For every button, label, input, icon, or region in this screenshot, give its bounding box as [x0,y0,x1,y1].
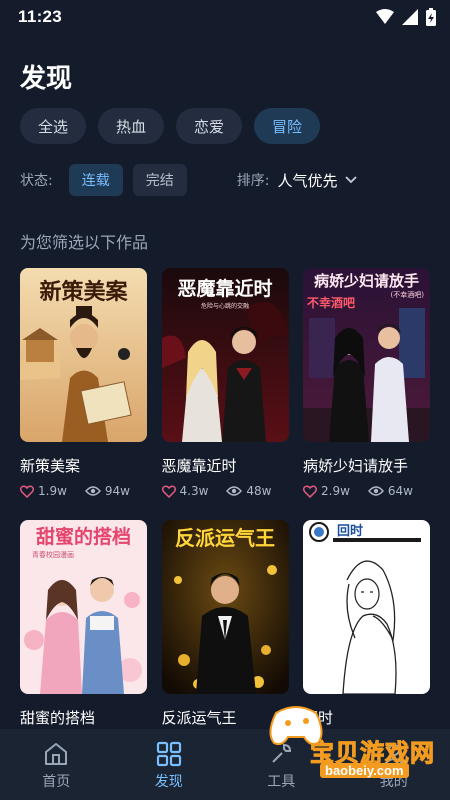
work-card[interactable]: 新策美案 新策美案 1.9w 94w [20,268,147,520]
cover-title-text: 恶魔靠近时 [177,278,273,300]
work-cover[interactable]: 甜蜜的搭档 青春校园漫画 [20,520,147,694]
eye-icon [367,486,384,496]
status-label: 状态: [20,173,53,189]
sort-value: 人气优先 [277,171,338,190]
works-grid: 新策美案 新策美案 1.9w 94w 恶魔靠近时 危险与心跳的交融 恶魔靠近时 … [20,268,430,772]
sort-dropdown[interactable]: 人气优先 [277,170,358,191]
cover-title-text: 反派运气王 [175,526,275,550]
status-sort-row: 状态: 连载 完结 排序: 人气优先 [20,163,358,197]
like-count: 1.9w [38,484,67,498]
view-count: 64w [387,484,413,498]
cover-title-text: 甜蜜的搭档 [35,526,131,548]
genre-chip-adventure[interactable]: 冒险 [254,108,321,144]
heart-icon [161,484,176,498]
work-stats: 2.9w 64w [303,484,430,498]
work-title: 新策美案 [20,457,81,475]
work-cover[interactable]: 新策美案 [20,268,147,442]
cover-sign-text: 不幸酒吧 [307,296,356,310]
work-title: 恶魔靠近时 [161,457,237,475]
chevron-down-icon [345,176,358,184]
cover-subtitle-text: (不幸酒吧) [390,291,424,299]
nav-home[interactable]: 首页 [0,729,112,800]
page-title: 发现 [20,64,73,94]
eye-icon [84,486,101,496]
status-bar: 11:23 [0,0,450,34]
genre-chip-all[interactable]: 全选 [20,108,87,144]
status-icons [376,8,436,26]
battery-charging-icon [426,8,436,26]
work-cover[interactable]: 反派运气王 [161,520,289,694]
nav-discover[interactable]: 发现 [113,729,225,800]
work-cover[interactable]: 恶魔靠近时 危险与心跳的交融 [161,268,289,442]
status-chip-completed[interactable]: 完结 [132,164,187,196]
grid-icon [156,741,181,767]
genre-chip-romance[interactable]: 恋爱 [176,108,243,144]
nav-home-label: 首页 [42,774,71,790]
eye-icon [226,486,243,496]
heart-icon [303,484,317,498]
status-time: 11:23 [18,7,63,26]
work-stats: 4.3w 48w [161,484,289,498]
cover-subtitle-text: 危险与心跳的交融 [200,303,249,310]
view-count: 48w [246,484,272,498]
work-title: 病娇少妇请放手 [303,457,409,475]
home-icon [45,743,68,765]
watermark-url: baobeiy.com [320,763,409,778]
genre-chip-hotblood[interactable]: 热血 [98,108,165,144]
wifi-icon [376,9,394,24]
work-stats: 1.9w 94w [20,484,147,498]
work-cover[interactable]: 回时 [303,520,430,694]
like-count: 4.3w [179,484,209,498]
status-chip-serializing[interactable]: 连载 [68,164,123,196]
cover-subtitle-text: 青春校园漫画 [32,551,74,559]
work-title: 甜蜜的搭档 [20,709,96,727]
signal-icon [402,9,418,25]
sort-label: 排序: [236,173,270,189]
cover-title-text: 病娇少妇请放手 [313,272,419,290]
cover-title-text: 新策美案 [39,279,128,305]
nav-discover-label: 发现 [154,774,183,790]
work-card[interactable]: 恶魔靠近时 危险与心跳的交融 恶魔靠近时 4.3w 48w [161,268,289,520]
cover-title-text: 回时 [337,524,364,539]
view-count: 94w [104,484,130,498]
genre-filter-row: 全选 热血 恋爱 冒险 [20,108,321,144]
section-hint: 为您筛选以下作品 [20,233,149,252]
work-card[interactable]: 病娇少妇请放手 (不幸酒吧) 不幸酒吧 病娇少妇请放手 2.9w 64w [303,268,430,520]
watermark-logo: 宝贝游戏网 baobeiy.com [266,703,450,785]
work-cover[interactable]: 病娇少妇请放手 (不幸酒吧) 不幸酒吧 [303,268,430,442]
heart-icon [20,484,34,498]
like-count: 2.9w [321,484,350,498]
